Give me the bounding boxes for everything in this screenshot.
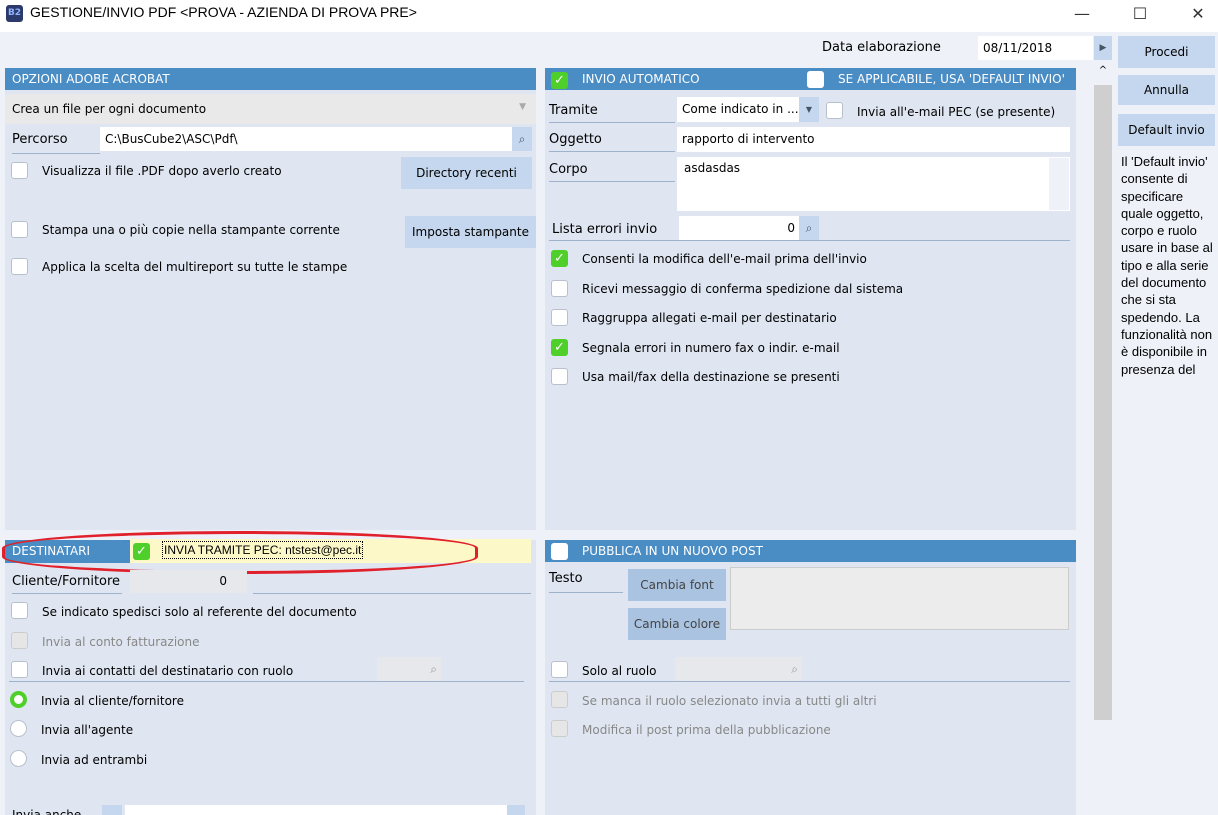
lista-search-icon[interactable]: ⌕ — [799, 216, 819, 241]
window-title: GESTIONE/INVIO PDF <PROVA - AZIENDA DI P… — [30, 4, 417, 20]
divider — [549, 240, 1070, 241]
option-checkbox[interactable]: ✓ — [551, 250, 568, 267]
percorso-input[interactable]: C:\BusCube2\ASC\Pdf\ — [100, 127, 512, 151]
post-header: PUBBLICA IN UN NUOVO POST — [545, 540, 1076, 562]
referente-label: Se indicato spedisci solo al referente d… — [42, 605, 357, 619]
radio-agente[interactable] — [10, 720, 27, 737]
conto-label: Invia al conto fatturazione — [42, 635, 200, 649]
cliente-label: Cliente/Fornitore — [12, 574, 122, 594]
testo-label: Testo — [549, 571, 623, 593]
date-next-icon[interactable]: ▶ — [1094, 36, 1112, 60]
directory-recenti-button[interactable]: Directory recenti — [401, 157, 532, 189]
invia-anche-dropdown[interactable] — [102, 805, 122, 815]
radio-agente-label: Invia all'agente — [41, 723, 134, 737]
visualizza-checkbox[interactable] — [11, 162, 28, 179]
multireport-checkbox[interactable] — [11, 258, 28, 275]
radio-cliente-label: Invia al cliente/fornitore — [41, 694, 184, 708]
contatti-checkbox[interactable] — [11, 661, 28, 678]
manca-ruolo-label: Se manca il ruolo selezionato invia a tu… — [582, 694, 877, 708]
solo-ruolo-checkbox[interactable] — [551, 661, 568, 678]
oggetto-label: Oggetto — [549, 132, 675, 152]
invio-title: INVIO AUTOMATICO — [582, 72, 700, 86]
acrobat-header: OPZIONI ADOBE ACROBAT — [5, 68, 536, 90]
option-checkbox[interactable] — [551, 309, 568, 326]
app-icon: B2 — [6, 5, 23, 22]
date-input[interactable]: 08/11/2018 — [978, 36, 1093, 60]
lista-errori-label: Lista errori invio — [552, 222, 658, 237]
scroll-up-icon[interactable]: ^ — [1094, 65, 1112, 85]
divider — [9, 681, 524, 682]
radio-entrambi[interactable] — [10, 750, 27, 767]
scrollbar[interactable]: ^ — [1094, 65, 1112, 720]
stampa-checkbox[interactable] — [11, 221, 28, 238]
tramite-label: Tramite — [549, 103, 675, 123]
highlight-ellipse — [2, 531, 478, 574]
visualizza-label: Visualizza il file .PDF dopo averlo crea… — [42, 164, 282, 178]
modifica-post-checkbox — [551, 720, 568, 737]
divider — [549, 681, 1070, 682]
mode-select[interactable]: Crea un file per ogni documento ▼ — [5, 94, 536, 124]
default-invio-label: SE APPLICABILE, USA 'DEFAULT INVIO' — [838, 72, 1065, 86]
oggetto-input[interactable]: rapporto di intervento — [677, 127, 1070, 152]
default-invio-checkbox[interactable] — [807, 71, 824, 88]
solo-ruolo-label: Solo al ruolo — [582, 664, 657, 678]
manca-ruolo-checkbox — [551, 691, 568, 708]
option-label: Segnala errori in numero fax o indir. e-… — [582, 341, 840, 355]
corpo-label: Corpo — [549, 162, 675, 182]
option-label: Raggruppa allegati e-mail per destinatar… — [582, 311, 837, 325]
mode-value: Crea un file per ogni documento — [12, 102, 207, 116]
lista-errori-input[interactable]: 0 — [679, 216, 799, 241]
radio-entrambi-label: Invia ad entrambi — [41, 753, 148, 767]
invia-anche-input[interactable] — [125, 805, 507, 815]
corpo-scrollbar[interactable] — [1049, 158, 1069, 210]
testo-textarea[interactable] — [730, 567, 1069, 630]
divider — [253, 593, 531, 594]
minimize-button[interactable]: — — [1062, 2, 1102, 26]
invio-automatico-checkbox[interactable]: ✓ — [551, 72, 568, 89]
option-checkbox[interactable] — [551, 368, 568, 385]
corpo-textarea[interactable]: asdasdas — [677, 157, 1070, 211]
invia-anche-search-icon[interactable] — [507, 805, 525, 815]
stampa-label: Stampa una o più copie nella stampante c… — [42, 223, 340, 237]
multireport-label: Applica la scelta del multireport su tut… — [42, 260, 348, 274]
modifica-post-label: Modifica il post prima della pubblicazio… — [582, 723, 831, 737]
solo-ruolo-search-icon[interactable]: ⌕ — [675, 657, 802, 682]
dropdown-icon: ▼ — [519, 102, 526, 112]
invia-anche-label: Invia anche — [12, 808, 82, 815]
cambia-font-button[interactable]: Cambia font — [628, 569, 726, 601]
contatti-label: Invia ai contatti del destinatario con r… — [42, 664, 294, 678]
maximize-button[interactable]: ☐ — [1120, 2, 1160, 26]
default-invio-button[interactable]: Default invio — [1118, 114, 1215, 146]
date-label: Data elaborazione — [822, 40, 941, 55]
tramite-select[interactable]: Come indicato in ... — [677, 97, 799, 122]
post-checkbox[interactable] — [551, 543, 568, 560]
referente-checkbox[interactable] — [11, 602, 28, 619]
option-checkbox[interactable] — [551, 280, 568, 297]
cliente-input[interactable]: 0 — [130, 570, 247, 593]
percorso-label: Percorso — [12, 132, 100, 154]
search-icon[interactable]: ⌕ — [512, 127, 532, 151]
option-label: Ricevi messaggio di conferma spedizione … — [582, 282, 904, 296]
option-label: Usa mail/fax della destinazione se prese… — [582, 370, 840, 384]
procedi-button[interactable]: Procedi — [1118, 36, 1215, 68]
annulla-button[interactable]: Annulla — [1118, 75, 1215, 105]
pec-checkbox[interactable] — [826, 102, 843, 119]
pec-label: Invia all'e-mail PEC (se presente) — [857, 105, 1056, 119]
ruolo-search-icon[interactable]: ⌕ — [377, 657, 441, 682]
imposta-stampante-button[interactable]: Imposta stampante — [405, 216, 536, 248]
option-label: Consenti la modifica dell'e-mail prima d… — [582, 252, 867, 266]
option-checkbox[interactable]: ✓ — [551, 339, 568, 356]
tramite-dropdown-icon[interactable]: ▼ — [799, 97, 819, 122]
cambia-colore-button[interactable]: Cambia colore — [628, 608, 726, 640]
conto-checkbox — [11, 632, 28, 649]
radio-cliente[interactable] — [10, 691, 27, 708]
default-invio-note: Il 'Default invio' consente di specifica… — [1121, 154, 1213, 377]
close-button[interactable]: ✕ — [1178, 2, 1218, 26]
